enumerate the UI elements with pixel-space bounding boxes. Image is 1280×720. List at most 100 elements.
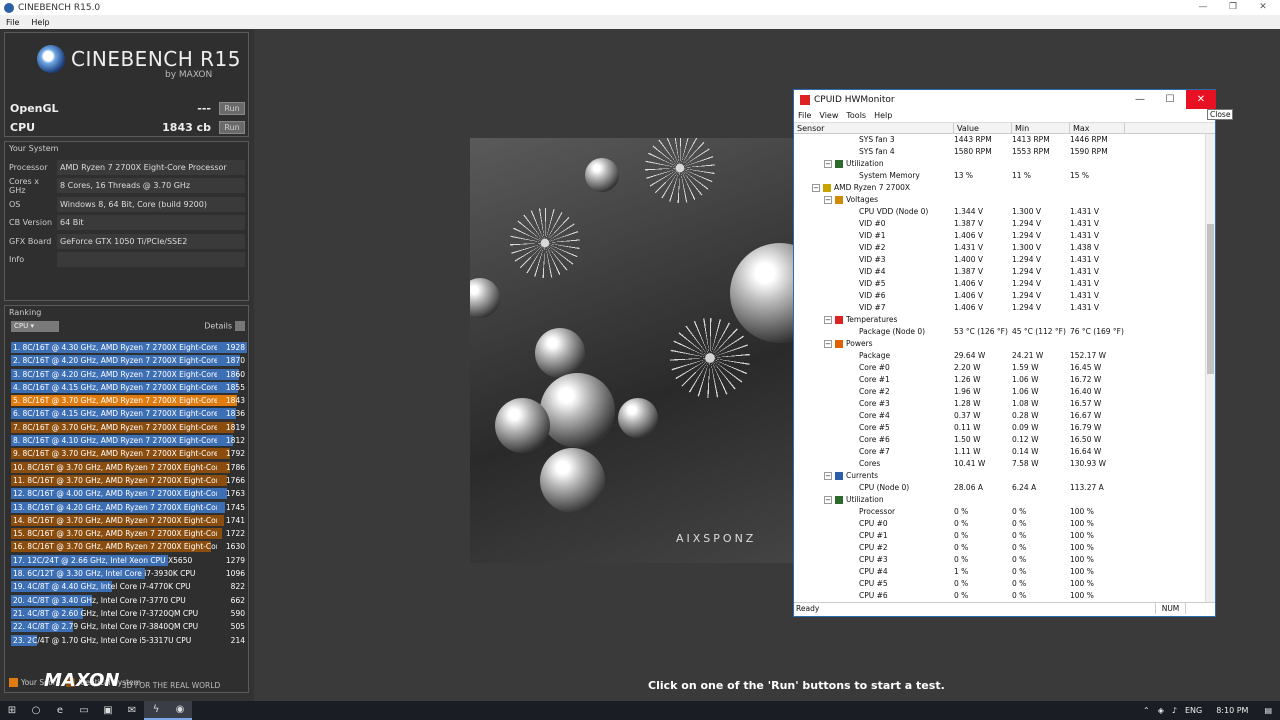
sensor-row[interactable]: Core #40.37 W0.28 W16.67 W xyxy=(794,410,1215,422)
sensor-row[interactable]: CPU #10 %0 %100 % xyxy=(794,530,1215,542)
details-button[interactable]: Details xyxy=(204,321,245,331)
ranking-row[interactable]: 7. 8C/16T @ 3.70 GHz, AMD Ryzen 7 2700X … xyxy=(11,421,247,434)
menu-view[interactable]: View xyxy=(815,111,842,120)
sensor-row[interactable]: Processor0 %0 %100 % xyxy=(794,506,1215,518)
sensor-row[interactable]: VID #11.406 V1.294 V1.431 V xyxy=(794,230,1215,242)
collapse-toggle-icon[interactable]: − xyxy=(824,196,832,204)
cinebench-taskbar-icon[interactable]: ◉ xyxy=(168,701,192,720)
ranking-row[interactable]: 15. 8C/16T @ 3.70 GHz, AMD Ryzen 7 2700X… xyxy=(11,527,247,540)
sensor-row[interactable]: VID #21.431 V1.300 V1.438 V xyxy=(794,242,1215,254)
collapse-toggle-icon[interactable]: − xyxy=(824,160,832,168)
sensor-group-row[interactable]: −AMD Ryzen 7 2700X xyxy=(794,182,1215,194)
collapse-toggle-icon[interactable]: − xyxy=(824,472,832,480)
ranking-row[interactable]: 14. 8C/16T @ 3.70 GHz, AMD Ryzen 7 2700X… xyxy=(11,514,247,527)
run-opengl-button[interactable]: Run xyxy=(219,102,245,115)
minimize-icon[interactable]: — xyxy=(1125,90,1155,109)
sensor-row[interactable]: CPU VDD (Node 0)1.344 V1.300 V1.431 V xyxy=(794,206,1215,218)
ranking-row[interactable]: 19. 4C/8T @ 4.40 GHz, Intel Core i7-4770… xyxy=(11,580,247,593)
ranking-row[interactable]: 9. 8C/16T @ 3.70 GHz, AMD Ryzen 7 2700X … xyxy=(11,447,247,460)
close-icon[interactable]: ✕ xyxy=(1186,90,1216,109)
sensor-row[interactable]: VID #51.406 V1.294 V1.431 V xyxy=(794,278,1215,290)
sensor-group-row[interactable]: −Utilization xyxy=(794,494,1215,506)
sensor-row[interactable]: Core #71.11 W0.14 W16.64 W xyxy=(794,446,1215,458)
sensor-row[interactable]: System Memory13 %11 %15 % xyxy=(794,170,1215,182)
notifications-icon[interactable]: ▤ xyxy=(1264,706,1272,715)
network-icon[interactable]: ◈ xyxy=(1158,706,1164,715)
menu-tools[interactable]: Tools xyxy=(842,111,870,120)
menu-help[interactable]: Help xyxy=(25,18,55,27)
ranking-row[interactable]: 2. 8C/16T @ 4.20 GHz, AMD Ryzen 7 2700X … xyxy=(11,354,247,367)
ranking-row[interactable]: 5. 8C/16T @ 3.70 GHz, AMD Ryzen 7 2700X … xyxy=(11,394,247,407)
search-icon[interactable]: ○ xyxy=(24,701,48,720)
ranking-row[interactable]: 1. 8C/16T @ 4.30 GHz, AMD Ryzen 7 2700X … xyxy=(11,341,247,354)
ranking-row[interactable]: 22. 4C/8T @ 2.79 GHz, Intel Core i7-3840… xyxy=(11,620,247,633)
menu-file[interactable]: File xyxy=(794,111,815,120)
maximize-icon[interactable]: ☐ xyxy=(1155,90,1185,109)
column-max[interactable]: Max xyxy=(1070,123,1125,133)
sensor-row[interactable]: CPU #00 %0 %100 % xyxy=(794,518,1215,530)
sensor-group-row[interactable]: −Voltages xyxy=(794,194,1215,206)
chevron-up-icon[interactable]: ⌃ xyxy=(1143,706,1150,715)
sensor-row[interactable]: Core #31.28 W1.08 W16.57 W xyxy=(794,398,1215,410)
file-explorer-icon[interactable]: ▭ xyxy=(72,701,96,720)
clock[interactable]: 8:10 PM xyxy=(1216,706,1248,715)
ranking-row[interactable]: 23. 2C/4T @ 1.70 GHz, Intel Core i5-3317… xyxy=(11,634,247,647)
sensor-group-row[interactable]: −Currents xyxy=(794,470,1215,482)
close-icon[interactable]: ✕ xyxy=(1248,0,1278,15)
sensor-row[interactable]: SYS fan 41580 RPM1553 RPM1590 RPM xyxy=(794,146,1215,158)
store-icon[interactable]: ▣ xyxy=(96,701,120,720)
sensor-row[interactable]: Core #02.20 W1.59 W16.45 W xyxy=(794,362,1215,374)
ranking-row[interactable]: 12. 8C/16T @ 4.00 GHz, AMD Ryzen 7 2700X… xyxy=(11,487,247,500)
run-cpu-button[interactable]: Run xyxy=(219,121,245,134)
ranking-row[interactable]: 13. 8C/16T @ 4.20 GHz, AMD Ryzen 7 2700X… xyxy=(11,501,247,514)
sensor-row[interactable]: VID #71.406 V1.294 V1.431 V xyxy=(794,302,1215,314)
collapse-toggle-icon[interactable]: − xyxy=(824,316,832,324)
menu-help[interactable]: Help xyxy=(870,111,896,120)
menu-file[interactable]: File xyxy=(0,18,25,27)
language-indicator[interactable]: ENG xyxy=(1185,706,1202,715)
sensor-row[interactable]: VID #01.387 V1.294 V1.431 V xyxy=(794,218,1215,230)
ranking-row[interactable]: 4. 8C/16T @ 4.15 GHz, AMD Ryzen 7 2700X … xyxy=(11,381,247,394)
ranking-row[interactable]: 17. 12C/24T @ 2.66 GHz, Intel Xeon CPU X… xyxy=(11,554,247,567)
ranking-row[interactable]: 8. 8C/16T @ 4.10 GHz, AMD Ryzen 7 2700X … xyxy=(11,434,247,447)
restore-icon[interactable]: ❐ xyxy=(1218,0,1248,15)
sensor-row[interactable]: VID #61.406 V1.294 V1.431 V xyxy=(794,290,1215,302)
ranking-row[interactable]: 11. 8C/16T @ 3.70 GHz, AMD Ryzen 7 2700X… xyxy=(11,474,247,487)
hwmonitor-taskbar-icon[interactable]: ϟ xyxy=(144,701,168,720)
sensor-row[interactable]: CPU #20 %0 %100 % xyxy=(794,542,1215,554)
sensor-row[interactable]: Core #11.26 W1.06 W16.72 W xyxy=(794,374,1215,386)
sensor-row[interactable]: Core #21.96 W1.06 W16.40 W xyxy=(794,386,1215,398)
sensor-row[interactable]: CPU (Node 0)28.06 A6.24 A113.27 A xyxy=(794,482,1215,494)
sensor-row[interactable]: CPU #50 %0 %100 % xyxy=(794,578,1215,590)
collapse-toggle-icon[interactable]: − xyxy=(824,496,832,504)
sensor-row[interactable]: CPU #60 %0 %100 % xyxy=(794,590,1215,602)
mail-icon[interactable]: ✉ xyxy=(120,701,144,720)
ranking-row[interactable]: 21. 4C/8T @ 2.60 GHz, Intel Core i7-3720… xyxy=(11,607,247,620)
sensor-row[interactable]: Package (Node 0)53 °C (126 °F)45 °C (112… xyxy=(794,326,1215,338)
sensor-row[interactable]: CPU #30 %0 %100 % xyxy=(794,554,1215,566)
column-sensor[interactable]: Sensor xyxy=(794,123,954,133)
ranking-row[interactable]: 16. 8C/16T @ 3.70 GHz, AMD Ryzen 7 2700X… xyxy=(11,540,247,553)
ranking-select[interactable]: CPU ▾ xyxy=(11,321,59,332)
ranking-row[interactable]: 6. 8C/16T @ 4.15 GHz, AMD Ryzen 7 2700X … xyxy=(11,407,247,420)
scrollbar-thumb[interactable] xyxy=(1207,224,1214,374)
collapse-toggle-icon[interactable]: − xyxy=(824,340,832,348)
sensor-row[interactable]: Core #61.50 W0.12 W16.50 W xyxy=(794,434,1215,446)
column-min[interactable]: Min xyxy=(1012,123,1070,133)
sensor-group-row[interactable]: −Utilization xyxy=(794,158,1215,170)
ranking-row[interactable]: 3. 8C/16T @ 4.20 GHz, AMD Ryzen 7 2700X … xyxy=(11,368,247,381)
windows-start-icon[interactable]: ⊞ xyxy=(0,701,24,720)
sensor-group-row[interactable]: −Temperatures xyxy=(794,314,1215,326)
ranking-row[interactable]: 20. 4C/8T @ 3.40 GHz, Intel Core i7-3770… xyxy=(11,594,247,607)
sensor-row[interactable]: CPU #41 %0 %100 % xyxy=(794,566,1215,578)
collapse-toggle-icon[interactable]: − xyxy=(812,184,820,192)
column-value[interactable]: Value xyxy=(954,123,1012,133)
edge-icon[interactable]: e xyxy=(48,701,72,720)
sensor-row[interactable]: Core #50.11 W0.09 W16.79 W xyxy=(794,422,1215,434)
minimize-icon[interactable]: — xyxy=(1188,0,1218,15)
volume-icon[interactable]: ♪ xyxy=(1172,706,1177,715)
ranking-row[interactable]: 18. 6C/12T @ 3.30 GHz, Intel Core i7-393… xyxy=(11,567,247,580)
sensor-group-row[interactable]: −Powers xyxy=(794,338,1215,350)
sensor-row[interactable]: VID #31.400 V1.294 V1.431 V xyxy=(794,254,1215,266)
sensor-row[interactable]: SYS fan 31443 RPM1413 RPM1446 RPM xyxy=(794,134,1215,146)
